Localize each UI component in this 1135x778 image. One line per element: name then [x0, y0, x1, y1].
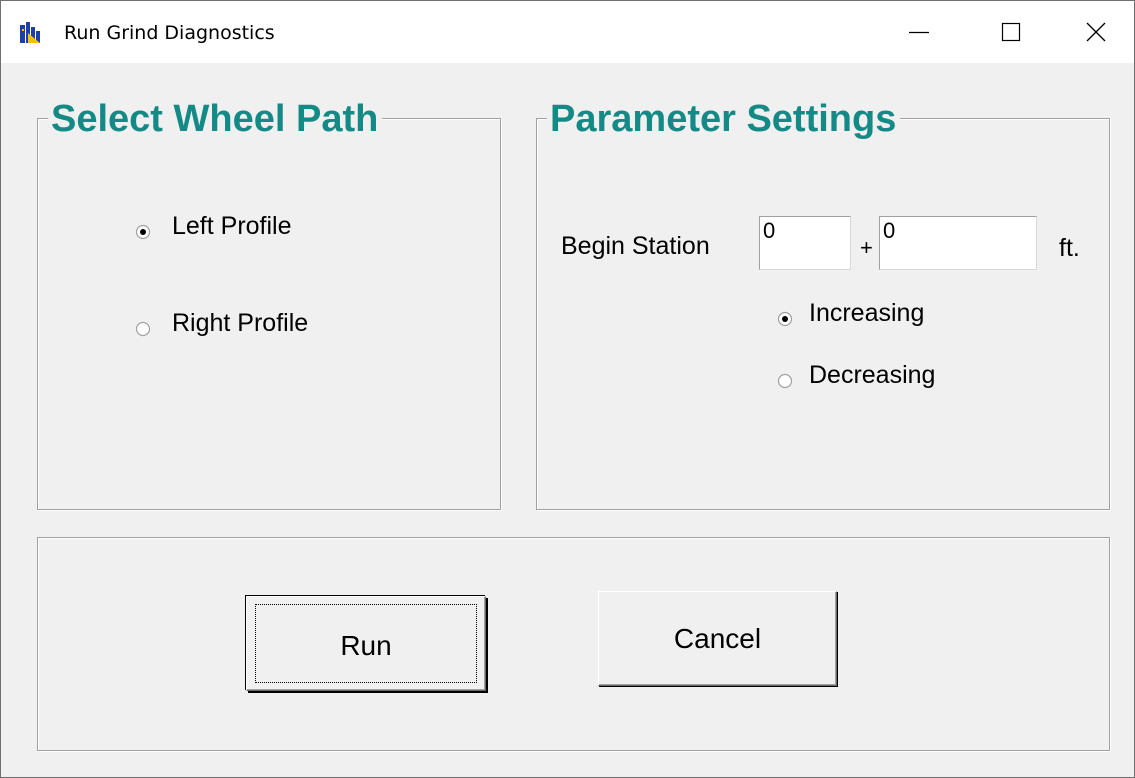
wheel-path-title: Select Wheel Path [48, 97, 383, 141]
radio-label: Decreasing [809, 361, 936, 389]
radio-increasing[interactable]: Increasing [777, 298, 924, 328]
radio-label: Increasing [809, 299, 925, 327]
parameter-settings-title: Parameter Settings [547, 97, 901, 141]
radio-selected-icon [135, 218, 151, 240]
radio-label: Right Profile [172, 309, 309, 337]
run-button[interactable]: Run [246, 596, 486, 691]
plus-label: + [860, 235, 873, 260]
actions-group [37, 537, 1110, 751]
window-title: Run Grind Diagnostics [64, 22, 275, 44]
radio-right-profile[interactable]: Right Profile [135, 308, 308, 338]
unit-label: ft. [1059, 234, 1080, 262]
minimize-icon [909, 31, 929, 34]
close-button[interactable] [1057, 1, 1134, 63]
app-icon [20, 22, 40, 43]
title-bar[interactable]: Run Grind Diagnostics [1, 1, 1134, 63]
begin-station-input[interactable]: 0 [759, 216, 851, 270]
cancel-button-label: Cancel [673, 622, 762, 654]
station-offset-input[interactable]: 0 [879, 216, 1037, 270]
radio-decreasing[interactable]: Decreasing [777, 360, 935, 390]
radio-selected-icon [777, 305, 793, 327]
maximize-icon [1001, 22, 1021, 42]
dialog-window: Run Grind Diagnostics Select Wheel Path [0, 0, 1135, 778]
radio-label: Left Profile [172, 212, 292, 240]
maximize-button[interactable] [965, 1, 1057, 63]
begin-station-label: Begin Station [561, 232, 710, 260]
close-icon [1086, 22, 1105, 42]
cancel-button[interactable]: Cancel [598, 591, 837, 686]
run-button-label: Run [340, 629, 392, 661]
minimize-button[interactable] [873, 1, 965, 63]
radio-left-profile[interactable]: Left Profile [135, 211, 292, 241]
radio-unselected-icon [777, 367, 793, 389]
radio-unselected-icon [135, 315, 151, 337]
